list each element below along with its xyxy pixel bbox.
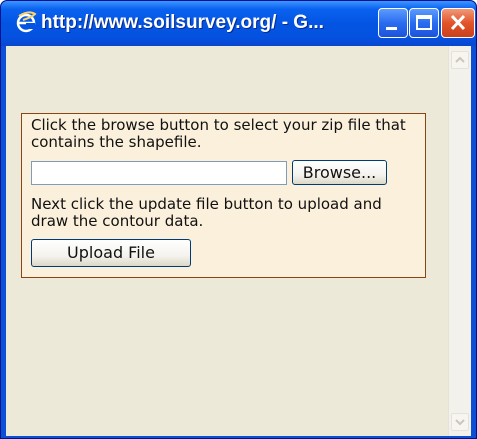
browse-button[interactable]: Browse... — [292, 160, 387, 185]
close-icon — [450, 14, 466, 31]
title-bar[interactable]: http://www.soilsurvey.org/ - G... — [1, 1, 476, 46]
browse-instruction: Click the browse button to select your z… — [31, 116, 406, 151]
upload-instruction: Next click the update file button to upl… — [31, 195, 382, 230]
vertical-scrollbar[interactable] — [448, 46, 471, 436]
window-title: http://www.soilsurvey.org/ - G... — [41, 12, 324, 33]
close-button[interactable] — [441, 8, 475, 38]
upload-panel: Click the browse button to select your z… — [21, 113, 426, 278]
window-content: Click the browse button to select your z… — [6, 46, 471, 436]
file-path-input[interactable] — [31, 161, 287, 185]
scroll-down-button[interactable] — [451, 413, 469, 431]
popup-window: http://www.soilsurvey.org/ - G... Click … — [0, 0, 477, 439]
ie-icon — [15, 11, 37, 33]
maximize-button[interactable] — [409, 8, 439, 38]
scroll-up-button[interactable] — [451, 51, 469, 69]
arrow-up-icon — [455, 56, 465, 63]
upload-file-button[interactable]: Upload File — [31, 239, 191, 267]
arrow-down-icon — [455, 419, 465, 426]
minimize-button[interactable] — [378, 8, 408, 38]
minimize-icon — [386, 27, 397, 30]
maximize-icon — [416, 15, 432, 30]
